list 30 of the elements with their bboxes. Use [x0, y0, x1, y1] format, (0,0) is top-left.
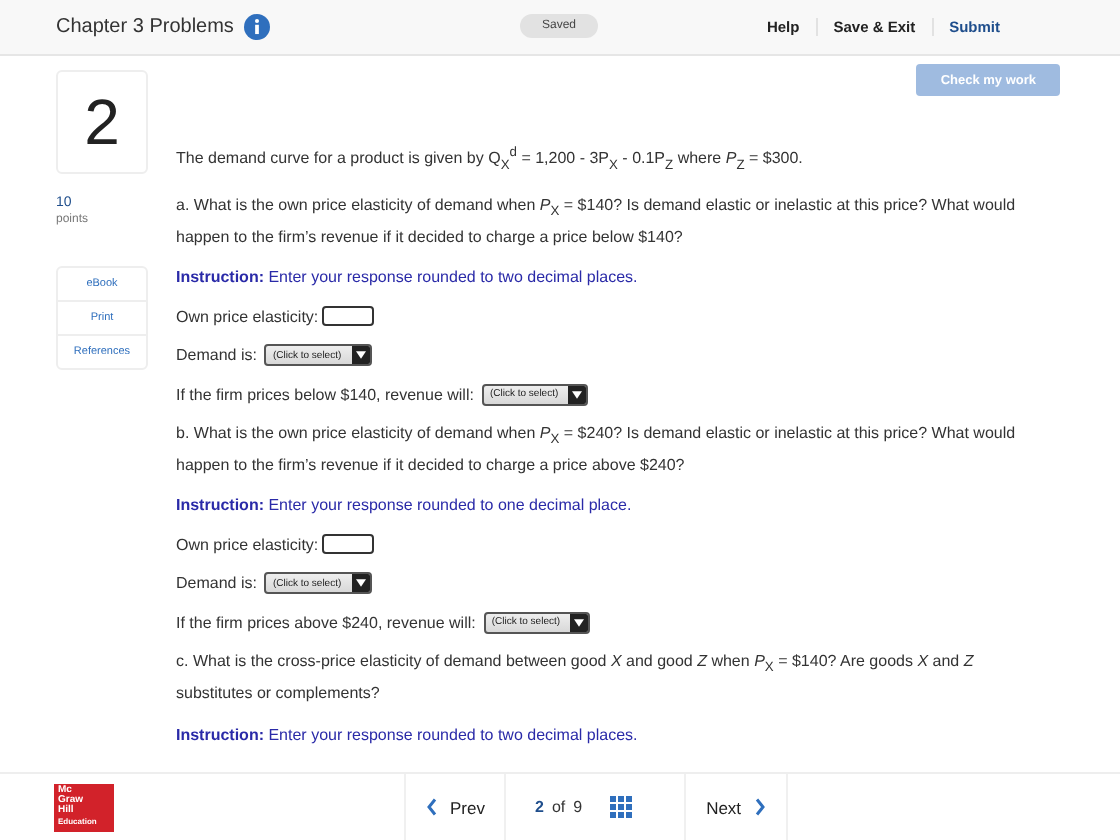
question-number: 2 [56, 70, 148, 174]
instruction-text: Instruction: Enter your response rounded to two decimal places. [176, 266, 640, 289]
field-label: If the firm prices above $240, revenue will: [176, 613, 476, 632]
caret-icon [351, 346, 370, 365]
info-icon[interactable] [243, 14, 270, 40]
answer-field[interactable] [322, 534, 375, 555]
instruction-text: Instruction: Enter your response rounded to one decimal place. [176, 494, 634, 517]
chevron-left-icon [426, 798, 438, 816]
field-label: If the firm prices below $140, revenue will: [176, 385, 474, 404]
question-text: b. What is the own price elasticity of demand when P$_{X}$ = $240? Is demand elastic or inelastic at this price? What would happen to the firm’s revenue if it decided to charge a price above $240? [176, 422, 1018, 478]
grid-icon[interactable] [610, 796, 633, 818]
page-of: of [551, 798, 566, 816]
current-page: 2 [534, 798, 544, 816]
chevron-right-icon [753, 798, 766, 816]
field-label: Own price elasticity: [176, 535, 319, 554]
answer-field[interactable] [322, 306, 375, 327]
page-total: 9 [573, 798, 583, 816]
question-text: a. What is the own price elasticity of demand when P$_{X}$ = $140? Is demand elastic or inelastic at this price? What would happen to the firm’s revenue if it decided to charge a price below $140? [176, 194, 1018, 250]
question-text: The demand curve for a product is given by Q$_{X}$$^{d}$ = 1,200 - 3P$_{X}$ - 0.1P$_{Z}$ where P$_{Z}$ = $300. [176, 143, 805, 176]
question-text: c. What is the cross-price elasticity of demand between good X and good Z when P$_{X}$ = $140? Are goods X and Z substitutes or complements? [176, 650, 976, 707]
instruction-text: Instruction: Enter your response rounded to two decimal places. [176, 723, 640, 746]
caret-icon [570, 613, 589, 632]
assignment-title: Chapter 3 Problems [56, 16, 234, 38]
caret-icon [351, 574, 370, 593]
field-label: Own price elasticity: [176, 307, 319, 326]
caret-icon [568, 385, 587, 404]
prev-button[interactable]: Prev [404, 774, 507, 840]
next-button[interactable]: Next [684, 774, 788, 840]
field-label: Demand is: [176, 574, 257, 593]
field-label: Demand is: [176, 346, 257, 365]
